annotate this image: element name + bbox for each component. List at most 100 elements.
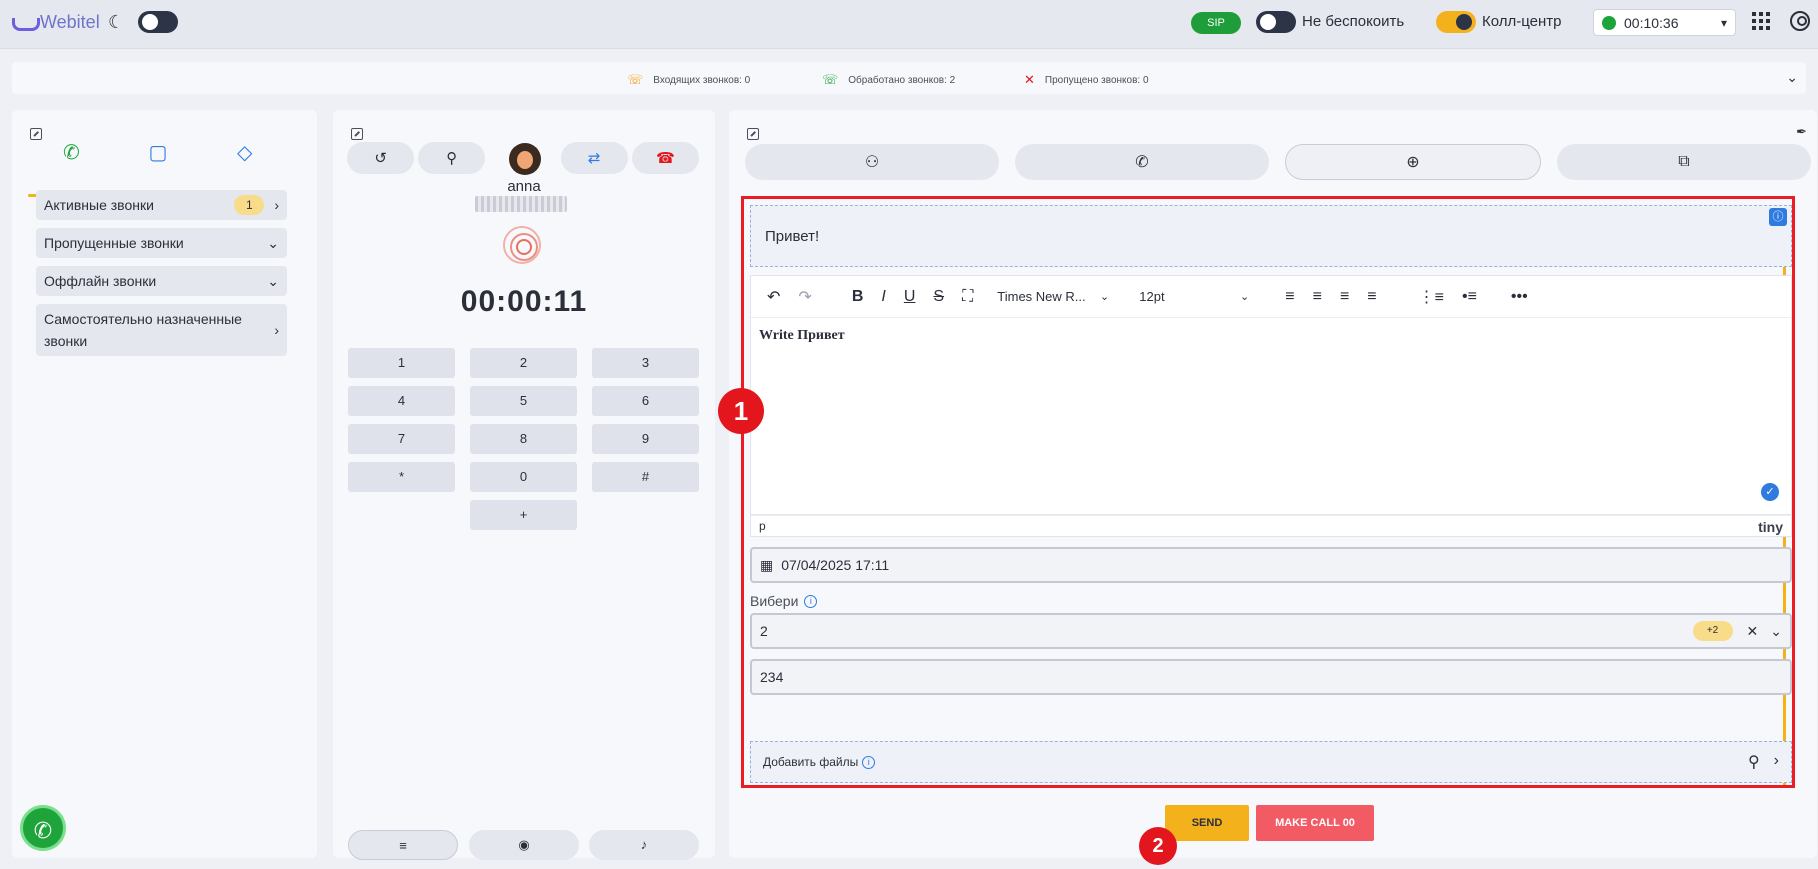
annotation-marker-2: 2 <box>1139 827 1177 865</box>
tab-flow[interactable]: ⧉ <box>1557 144 1811 180</box>
user-account-icon[interactable] <box>1790 11 1810 31</box>
editor-toolbar: ↶ ↷ B I U S ⛶ Times New R... ⌄ 12pt ⌄ ≡ … <box>751 276 1791 318</box>
dialpad-key[interactable]: 7 <box>348 424 455 454</box>
stat-missed: ✕ Пропущено звонков: 0 <box>1024 72 1149 88</box>
dialpad-key[interactable]: 6 <box>592 386 699 416</box>
apps-grid-icon[interactable] <box>1752 12 1770 30</box>
date-field[interactable]: ▦ 07/04/2025 17:11 <box>750 547 1792 583</box>
theme-toggle[interactable] <box>138 11 178 33</box>
chevron-down-icon[interactable]: ⌄ <box>1770 623 1782 640</box>
history-icon: ↺ <box>374 150 387 167</box>
editor-content[interactable]: Write Привет <box>759 328 845 344</box>
tab-chats-icon[interactable]: ▢ <box>115 140 202 170</box>
phone-fab-button[interactable]: ✆ <box>20 805 66 851</box>
font-family-select[interactable]: Times New R... ⌄ <box>991 284 1115 310</box>
numbered-list-icon[interactable]: ⋮≡ <box>1419 287 1444 307</box>
strikethrough-icon[interactable]: S <box>933 288 944 306</box>
history-button[interactable]: ↺ <box>347 142 415 174</box>
dnd-toggle[interactable] <box>1256 11 1296 33</box>
stat-incoming: ☏ Входящих звонков: 0 <box>627 72 750 88</box>
tab-call[interactable]: ✆ <box>1015 144 1269 180</box>
dialpad-key[interactable]: # <box>592 462 699 492</box>
hangup-button[interactable]: ☎ <box>631 142 700 174</box>
list-item-label: Пропущенные звонки <box>44 235 184 251</box>
more-icon[interactable]: ••• <box>1511 288 1528 306</box>
pin-icon[interactable]: ✒ <box>1796 124 1807 140</box>
font-size-select[interactable]: 12pt ⌄ <box>1133 284 1255 310</box>
dialpad-key[interactable]: + <box>470 500 577 530</box>
paperclip-icon[interactable]: ⚲ <box>1748 752 1760 772</box>
menu-button[interactable]: ≡ <box>348 830 458 860</box>
undo-icon[interactable]: ↶ <box>767 287 780 307</box>
tab-tasks-icon[interactable]: ◇ <box>201 140 288 170</box>
send-button[interactable]: SEND <box>1165 805 1249 841</box>
transfer-icon: ⇄ <box>587 150 601 167</box>
fullscreen-icon[interactable]: ⛶ <box>962 288 973 306</box>
list-item-missed-calls[interactable]: Пропущенные звонки ⌄ <box>36 228 287 258</box>
list-item-active-calls[interactable]: Активные звонки 1 › <box>36 190 287 220</box>
tab-calls-icon[interactable]: ✆ <box>28 140 115 170</box>
call-panel: ↺ ⚲ ⇄ ☎ anna 00:00:11 1 2 3 4 5 6 7 8 9 … <box>333 110 715 860</box>
info-icon[interactable]: i <box>804 594 818 608</box>
make-call-button[interactable]: MAKE CALL 00 <box>1256 805 1374 841</box>
dialpad-key[interactable]: 3 <box>592 348 699 378</box>
chevron-down-icon[interactable]: ⌄ <box>1786 69 1798 86</box>
left-tabs: ✆ ▢ ◇ <box>28 140 288 170</box>
record-button[interactable]: ◉ <box>469 830 579 860</box>
expand-icon[interactable] <box>30 128 42 140</box>
date-value: 07/04/2025 17:11 <box>781 557 890 573</box>
info-icon[interactable]: ⓘ <box>1769 208 1787 226</box>
contact-name: anna <box>507 178 541 195</box>
dialpad-key[interactable]: 4 <box>348 386 455 416</box>
greeting-text: Привет! <box>765 228 820 245</box>
tab-client-info[interactable]: ⚇ <box>745 144 999 180</box>
add-files-label: Добавить файлы <box>763 755 859 769</box>
tab-processing[interactable]: ⊕ <box>1285 144 1541 180</box>
align-left-icon[interactable]: ≡ <box>1285 288 1294 306</box>
top-bar: Webitel ☾ SIP Не беспокоить Колл-центр 0… <box>0 0 1818 49</box>
dialpad-key[interactable]: 5 <box>470 386 577 416</box>
phone-icon: ✆ <box>1135 154 1149 171</box>
list-item-label: Активные звонки <box>44 197 154 213</box>
left-panel: ✆ ▢ ◇ Активные звонки 1 › Пропущенные зв… <box>12 110 317 858</box>
clear-icon[interactable]: ✕ <box>1747 623 1759 640</box>
dialpad-key[interactable]: 0 <box>470 462 577 492</box>
callcenter-toggle[interactable] <box>1436 11 1476 33</box>
multi-select-field[interactable]: 2 +2 ✕ ⌄ <box>750 613 1792 649</box>
chevron-right-icon[interactable]: › <box>1774 752 1779 772</box>
rich-text-editor[interactable]: ↶ ↷ B I U S ⛶ Times New R... ⌄ 12pt ⌄ ≡ … <box>750 275 1792 515</box>
bullet-list-icon[interactable]: •≡ <box>1462 288 1477 306</box>
mute-button[interactable]: ♪ <box>589 830 699 860</box>
contact-button[interactable]: ⚲ <box>418 142 486 174</box>
dialpad-key[interactable]: 1 <box>348 348 455 378</box>
underline-icon[interactable]: U <box>904 288 916 306</box>
transfer-button[interactable]: ⇄ <box>560 142 628 174</box>
align-center-icon[interactable]: ≡ <box>1313 288 1322 306</box>
redo-icon[interactable]: ↷ <box>798 287 811 307</box>
list-item-offline-calls[interactable]: Оффлайн звонки ⌄ <box>36 266 287 296</box>
expand-icon[interactable] <box>351 128 363 140</box>
status-timer: 00:10:36 <box>1624 14 1679 31</box>
call-stats-bar: ☏ Входящих звонков: 0 ☏ Обработано звонк… <box>12 62 1806 94</box>
bold-icon[interactable]: B <box>852 288 864 306</box>
info-icon[interactable]: i <box>862 755 876 769</box>
expand-icon[interactable] <box>747 128 759 140</box>
align-justify-icon[interactable]: ≡ <box>1367 288 1376 306</box>
dialpad-key[interactable]: 9 <box>592 424 699 454</box>
italic-icon[interactable]: I <box>881 288 885 306</box>
chevron-down-icon: ⌄ <box>267 272 279 289</box>
align-right-icon[interactable]: ≡ <box>1340 288 1349 306</box>
font-family-value: Times New R... <box>997 289 1086 304</box>
list-item-label: Самостоятельно назначенные звонки <box>44 311 242 349</box>
text-field[interactable]: 234 <box>750 659 1792 695</box>
dialpad-key[interactable]: * <box>348 462 455 492</box>
status-timer-select[interactable]: 00:10:36 ▾ <box>1593 9 1736 36</box>
list-item-self-assigned-calls[interactable]: Самостоятельно назначенные звонки › <box>36 304 287 356</box>
dialpad-key[interactable]: 2 <box>470 348 577 378</box>
dialpad-key[interactable]: 8 <box>470 424 577 454</box>
sip-status-badge: SIP <box>1191 12 1241 34</box>
workspace-tabs: ⚇ ✆ ⊕ ⧉ <box>745 144 1811 180</box>
select-label-text: Вибери <box>750 593 799 609</box>
add-files-row[interactable]: Добавить файлы i ⚲ › <box>750 741 1792 783</box>
chevron-down-icon: ▾ <box>1720 15 1727 30</box>
